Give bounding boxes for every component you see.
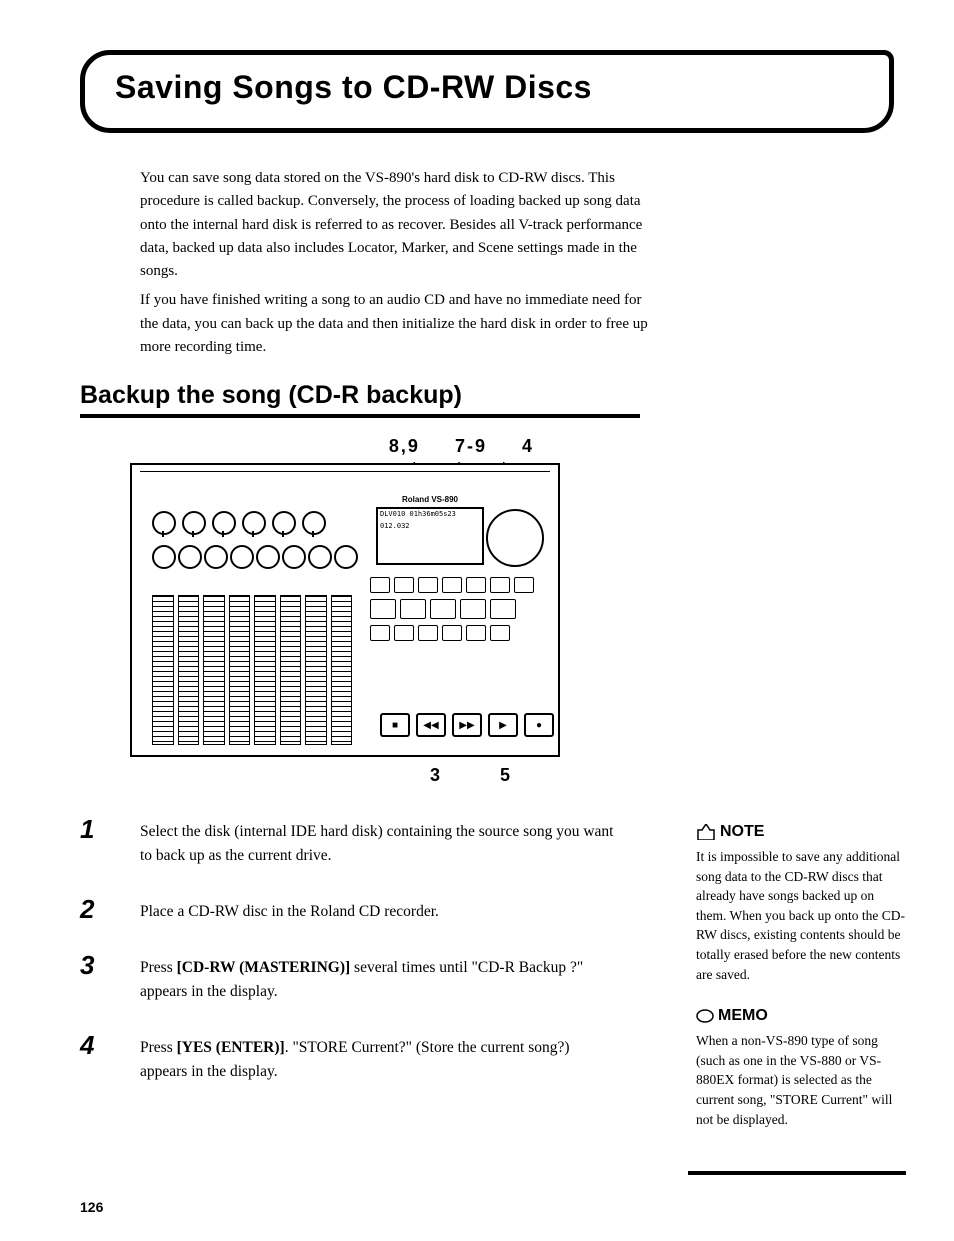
fader-icon [178,595,200,745]
section-heading: Backup the song (CD-R backup) [80,381,640,418]
fader-icon [254,595,276,745]
play-button-icon: ▶ [488,713,518,737]
step-number: 1 [80,816,140,842]
lcd-line-1: DLV010 01h36m05s23 [378,509,482,521]
step-number: 4 [80,1032,140,1058]
callout-label: 3 [430,765,440,786]
callout-label: 8,9 [389,436,420,456]
lcd-screen: DLV010 01h36m05s23 012.032 [376,507,484,565]
fader-icon [331,595,353,745]
memo-body: When a non-VS-890 type of song (such as … [696,1031,906,1129]
intro-paragraph-2: If you have finished writing a song to a… [140,289,650,359]
panel-button-icon [370,577,390,593]
panel-button-icon [430,599,456,619]
step-text: Press [CD-RW (MASTERING)] several times … [140,952,620,1004]
stop-button-icon: ■ [380,713,410,737]
panel-button-icon [394,625,414,641]
lcd-line-2: 012.032 [378,521,482,533]
memo-icon [696,1009,714,1023]
panel-button-icon [442,625,462,641]
knob-icon [204,545,228,569]
knob-icon [152,545,176,569]
step-text: Press [YES (ENTER)]. "STORE Current?" (S… [140,1032,620,1084]
fader-icon [229,595,251,745]
fader-icon [203,595,225,745]
intro-paragraph-1: You can save song data stored on the VS-… [140,167,650,283]
panel-button-icon [370,625,390,641]
device-figure: 8,9 7-9 4 [130,436,560,786]
page-number: 126 [80,1199,103,1215]
knob-icon [230,545,254,569]
button-grid: ■ ◀◀ ▶▶ ▶ ● [370,577,546,745]
step-text: Select the disk (internal IDE hard disk)… [140,816,620,868]
note-body: It is impossible to save any additional … [696,847,906,984]
panel-button-icon [466,577,486,593]
knob-icon [282,545,306,569]
knob-icon [178,545,202,569]
callout-label: 4 [522,436,534,456]
fader-icon [152,595,174,745]
panel-button-icon [394,577,414,593]
step-text: Place a CD-RW disc in the Roland CD reco… [140,896,620,924]
rewind-button-icon: ◀◀ [416,713,446,737]
chapter-title-box: Saving Songs to CD-RW Discs [80,50,894,133]
knob-icon [302,511,326,535]
note-block: NOTE It is impossible to save any additi… [696,820,906,984]
panel-button-icon [514,577,534,593]
note-heading: NOTE [696,820,764,843]
knob-row-2 [152,545,358,569]
panel-button-icon [490,599,516,619]
knob-icon [272,511,296,535]
knob-icon [308,545,332,569]
record-button-icon: ● [524,713,554,737]
device-brand: Roland VS-890 [402,495,458,504]
knob-icon [334,545,358,569]
knob-row-1 [152,511,326,535]
panel-button-icon [442,577,462,593]
callout-label: 5 [500,765,510,786]
figure-callouts-bottom: 3 5 [130,765,560,786]
step-number: 2 [80,896,140,922]
jog-wheel-icon [486,509,544,567]
panel-button-icon [490,625,510,641]
panel-button-icon [460,599,486,619]
memo-block: MEMO When a non-VS-890 type of song (suc… [696,1004,906,1129]
knob-icon [182,511,206,535]
panel-button-icon [490,577,510,593]
transport-controls: ■ ◀◀ ▶▶ ▶ ● [380,713,554,737]
panel-button-icon [466,625,486,641]
manual-page: Saving Songs to CD-RW Discs You can save… [0,0,954,1241]
chapter-title: Saving Songs to CD-RW Discs [115,69,859,106]
sidebar-bottom-rule [688,1171,906,1175]
panel-button-icon [370,599,396,619]
panel-button-icon [418,577,438,593]
knob-icon [242,511,266,535]
forward-button-icon: ▶▶ [452,713,482,737]
device-illustration: Roland VS-890 DLV010 01h36m05s23 012.032 [130,463,560,757]
note-icon [696,824,716,840]
sidebar: NOTE It is impossible to save any additi… [696,820,906,1149]
knob-icon [212,511,236,535]
intro-text: You can save song data stored on the VS-… [140,167,650,359]
knob-icon [256,545,280,569]
memo-heading: MEMO [696,1004,768,1027]
fader-icon [280,595,302,745]
panel-top-strip [140,471,550,498]
fader-area [152,595,352,745]
figure-callouts-top: 8,9 7-9 4 [130,436,560,457]
callout-label: 7-9 [455,436,487,456]
panel-button-icon [418,625,438,641]
fader-icon [305,595,327,745]
knob-icon [152,511,176,535]
step-number: 3 [80,952,140,978]
panel-button-icon [400,599,426,619]
